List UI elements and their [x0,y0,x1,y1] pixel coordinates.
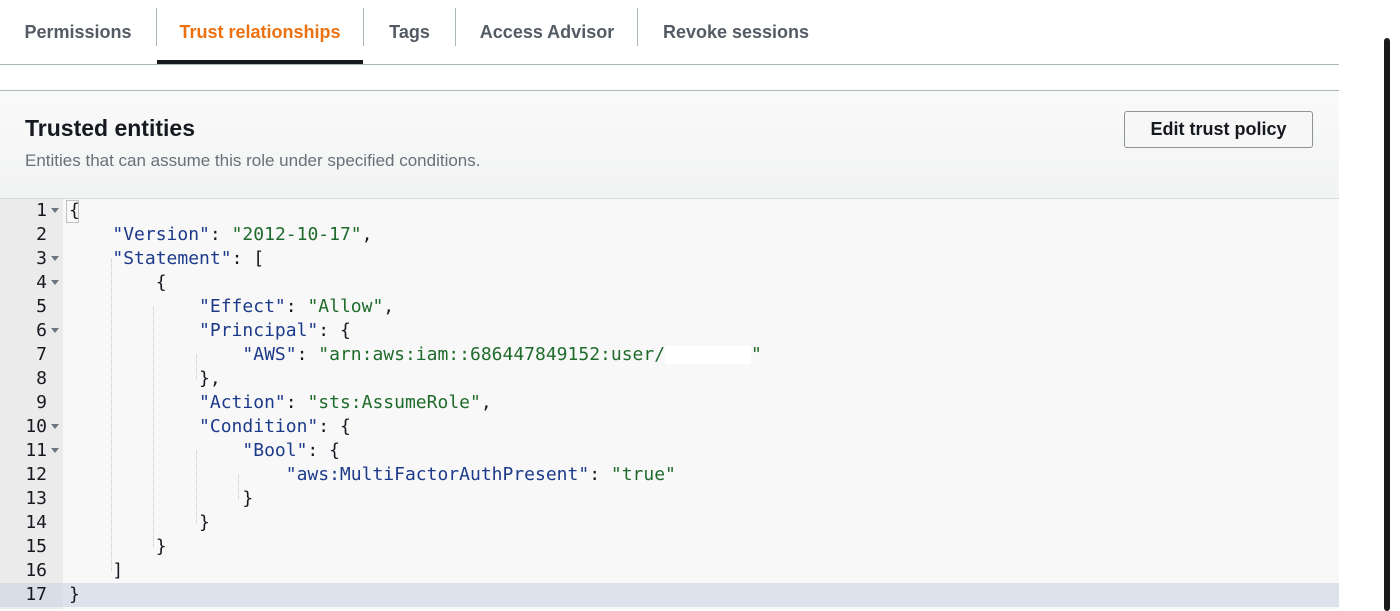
json-string: "sts:AssumeRole" [307,392,481,413]
json-string: "2012-10-17" [231,224,362,245]
line-number: 12 [25,464,47,485]
fold-arrow-icon[interactable] [51,280,59,285]
tab-revoke-sessions[interactable]: Revoke sessions [638,0,834,64]
panel-description: Entities that can assume this role under… [25,151,481,170]
line-number: 14 [25,512,47,533]
json-key: "Statement" [112,248,232,269]
code-line-16: 16 ] [0,559,1339,583]
line-number: 9 [36,392,47,413]
json-key: "Principal" [199,320,319,341]
line-number: 5 [36,296,47,317]
line-number: 11 [25,440,47,461]
line-number: 2 [36,224,47,245]
fold-arrow-icon[interactable] [51,448,59,453]
json-string: "Allow" [307,296,384,317]
code-line-12: 12 "aws:MultiFactorAuthPresent": "true" [25,464,676,485]
redacted-username [665,346,752,364]
tab-trust-relationships[interactable]: Trust relationships [157,0,363,64]
line-number: 7 [36,344,47,365]
line-number: 3 [36,248,47,269]
json-brace: { [339,320,351,341]
code-line-14: 14 } [0,511,1339,535]
code-line-13: 13 } [0,487,1339,511]
json-brace: } [155,536,167,557]
json-brace: { [329,440,340,461]
json-string: "arn:aws:iam::686447849152:user/ [318,344,666,365]
line-number: 8 [36,368,47,389]
line-number: 16 [25,560,47,581]
line-number: 4 [36,272,47,293]
line-number: 17 [25,584,47,605]
code-line-3: 3 "Statement": [ [36,248,265,269]
page-scrollbar-track [1380,0,1400,611]
json-key: "aws:MultiFactorAuthPresent" [285,464,590,485]
line-number: 10 [25,416,47,437]
active-tab-indicator [157,60,363,64]
line-number: 6 [36,320,47,341]
fold-arrow-icon[interactable] [51,208,59,213]
line-number: 1 [36,200,47,221]
json-string-end: " [751,344,762,365]
code-line-9: 9 "Action": "sts:AssumeRole", [36,392,492,413]
json-bracket: ] [112,560,124,581]
json-brace: }, [199,368,221,389]
code-line-6: 6 "Principal": { [36,320,351,341]
fold-arrow-icon[interactable] [51,424,59,429]
json-bracket: [ [253,248,265,269]
trust-policy-editor[interactable]: 1 { 2 "Version": "2012-10-17", 3 "Statem… [0,199,1339,609]
trusted-entities-header: Trusted entities Entities that can assum… [0,91,1339,199]
code-line-10: 10 "Condition": { [25,416,351,437]
tab-permissions[interactable]: Permissions [0,0,156,64]
json-brace: { [339,416,351,437]
fold-arrow-icon[interactable] [51,328,59,333]
panel-title: Trusted entities [25,115,195,141]
edit-trust-policy-button[interactable]: Edit trust policy [1124,111,1313,148]
json-key: "AWS" [242,344,297,365]
json-brace: } [242,488,254,509]
code-line-5: 5 "Effect": "Allow", [36,296,395,317]
json-key: "Condition" [199,416,319,437]
json-string: "true" [610,464,676,485]
code-line-7: 7 "AWS": "arn:aws:iam::686447849152:user… [36,344,762,365]
json-brace: } [69,584,80,605]
tab-tags[interactable]: Tags [364,0,455,64]
json-brace: { [155,272,167,293]
page-scrollbar-thumb[interactable] [1384,38,1390,611]
json-key: "Action" [199,392,286,413]
tab-bar: Permissions Trust relationships Tags Acc… [0,0,1339,65]
json-brace: } [199,512,210,533]
code-line-4: 4 { [0,271,1339,295]
code-line-11: 11 "Bool": { [25,440,340,461]
code-line-1: 1 { [0,199,1339,223]
json-key: "Version" [112,224,210,245]
code-line-17-active: 17 } [0,583,1339,607]
json-brace: { [69,200,80,221]
code-line-2: 2 "Version": "2012-10-17", [36,224,373,245]
fold-arrow-icon[interactable] [51,256,59,261]
code-line-15: 15 } [0,535,1339,559]
tab-access-advisor[interactable]: Access Advisor [456,0,638,64]
code-line-8: 8 }, [0,367,1339,391]
json-key: "Effect" [199,296,286,317]
line-number: 15 [25,536,47,557]
json-key: "Bool" [242,440,308,461]
line-number: 13 [25,488,47,509]
